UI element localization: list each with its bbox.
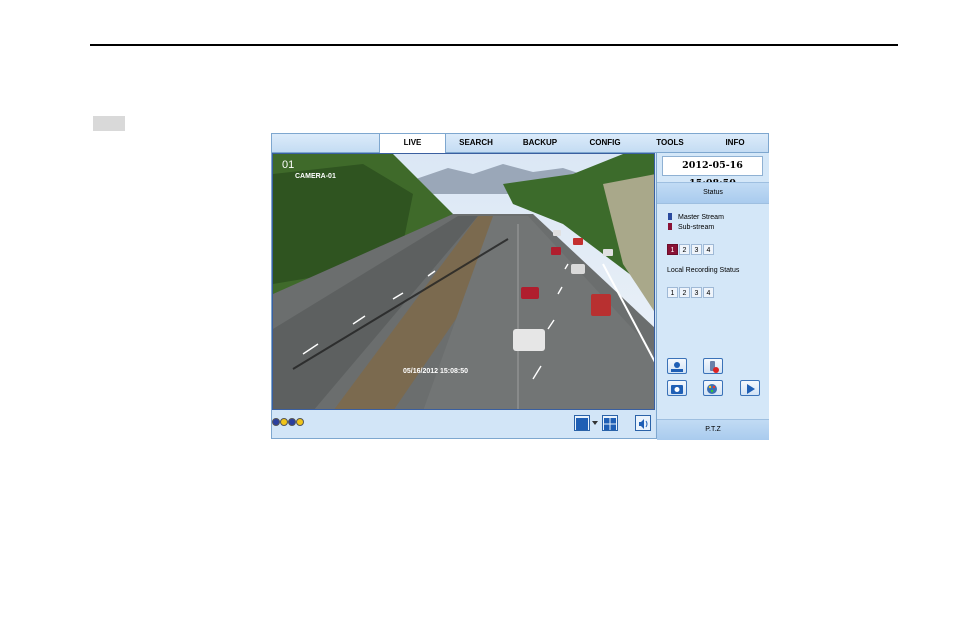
legend-sub-label: Sub-stream (678, 224, 715, 231)
legend-master-label: Master Stream (678, 214, 724, 221)
tab-backup[interactable]: BACKUP (509, 134, 571, 152)
system-datetime: 2012-05-16 15:08:50 (662, 156, 763, 189)
dvr-client-window: LIVE SEARCH BACKUP CONFIG TOOLS INFO 01 … (271, 133, 769, 440)
main-menu-bar: LIVE SEARCH BACKUP CONFIG TOOLS INFO (272, 134, 768, 153)
recording-channel-2[interactable]: 2 (679, 287, 690, 298)
tab-config[interactable]: CONFIG (573, 134, 637, 152)
stream-channel-2[interactable]: 2 (679, 244, 690, 255)
header-rule (90, 44, 898, 46)
dropdown-arrow-icon[interactable] (592, 421, 598, 426)
manual-alarm-button[interactable] (703, 358, 723, 374)
master-stream-swatch (668, 213, 672, 220)
channel-number: 01 (282, 159, 295, 171)
camera-name-osd: CAMERA-01 (295, 173, 336, 180)
status-dot-3 (288, 418, 296, 426)
quad-view-icon (604, 418, 616, 430)
step-marker (93, 116, 125, 131)
recording-channel-3[interactable]: 3 (691, 287, 702, 298)
local-recording-status-label: Local Recording Status (667, 267, 740, 274)
playback-button[interactable] (740, 380, 760, 396)
play-icon (747, 384, 755, 394)
stream-channel-1[interactable]: 1 (667, 244, 678, 255)
audio-icon (639, 419, 648, 429)
tab-tools[interactable]: TOOLS (638, 134, 702, 152)
legend-master-stream: Master Stream (668, 213, 724, 221)
live-toolbar (272, 410, 655, 438)
live-video-view[interactable]: 01 CAMERA-01 05/16/2012 15:08:50 (272, 153, 655, 410)
quad-view-button[interactable] (602, 415, 618, 431)
sub-stream-swatch (668, 223, 672, 230)
tab-live[interactable]: LIVE (379, 134, 446, 153)
status-dot-1 (272, 418, 280, 426)
single-view-button[interactable] (574, 415, 590, 431)
tab-info[interactable]: INFO (703, 134, 767, 152)
status-dot-4 (296, 418, 304, 426)
video-timestamp-osd: 05/16/2012 15:08:50 (403, 368, 468, 375)
stream-channel-4[interactable]: 4 (703, 244, 714, 255)
color-adjust-button[interactable] (703, 380, 723, 396)
status-dot-2 (280, 418, 288, 426)
recording-channel-4[interactable]: 4 (703, 287, 714, 298)
tab-search[interactable]: SEARCH (445, 134, 507, 152)
audio-button[interactable] (635, 415, 651, 431)
status-panel: 2012-05-16 15:08:50 Status Master Stream… (656, 153, 769, 440)
stream-channel-3[interactable]: 3 (691, 244, 702, 255)
color-adjust-icon (707, 384, 717, 394)
ptz-panel-header[interactable]: P.T.Z (657, 419, 769, 440)
record-button[interactable] (667, 358, 687, 374)
recording-channel-1[interactable]: 1 (667, 287, 678, 298)
record-icon (671, 362, 683, 372)
manual-alarm-icon (710, 361, 719, 373)
status-header[interactable]: Status (657, 182, 769, 204)
snapshot-icon (671, 385, 683, 394)
single-view-icon (576, 418, 588, 430)
legend-sub-stream: Sub-stream (668, 223, 714, 231)
snapshot-button[interactable] (667, 380, 687, 396)
